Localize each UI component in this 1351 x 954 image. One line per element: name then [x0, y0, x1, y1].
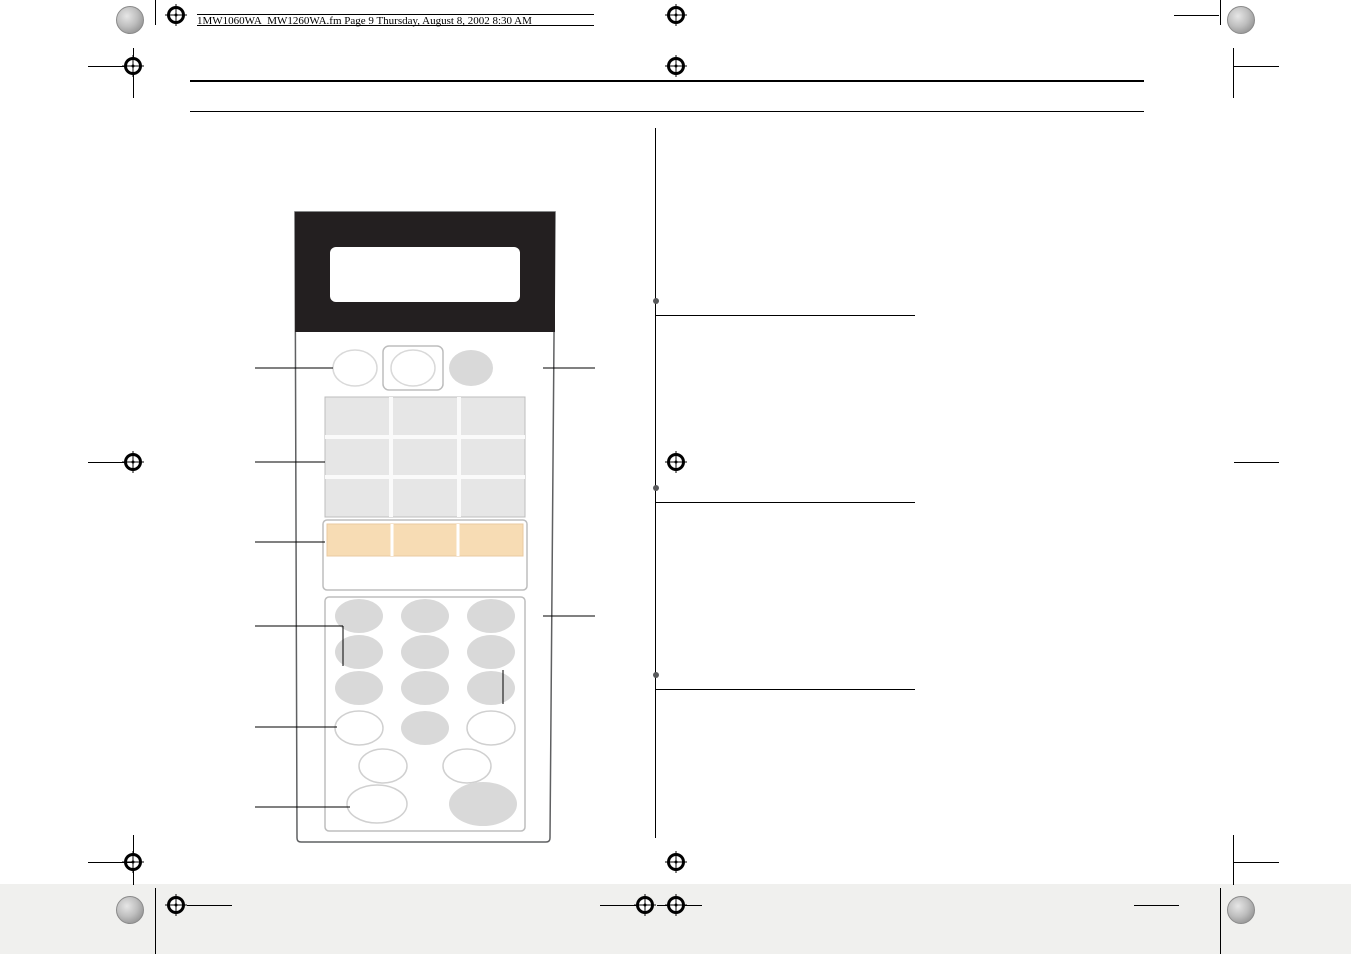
bullet-icon — [653, 298, 659, 304]
registration-sphere-icon — [116, 6, 144, 34]
cropmark-vertical — [155, 0, 156, 25]
crosshair-icon — [665, 894, 687, 916]
crosshair-icon — [634, 894, 656, 916]
cropmark-horizontal — [1134, 905, 1179, 906]
cropmark-horizontal — [187, 905, 232, 906]
registration-sphere-icon — [1227, 896, 1255, 924]
top-rule-heavy — [190, 80, 1144, 82]
column-item-rule — [655, 689, 915, 690]
crosshair-icon — [665, 4, 687, 26]
header-underline — [197, 25, 594, 26]
cropmark-vertical — [1220, 0, 1221, 25]
cropmark-vertical — [1233, 835, 1234, 885]
crosshair-icon — [665, 451, 687, 473]
cropmark-horizontal — [88, 862, 133, 863]
crosshair-icon — [665, 55, 687, 77]
cropmark-horizontal — [1174, 15, 1219, 16]
cropmark-horizontal — [1234, 66, 1279, 67]
page-root: 1MW1060WA_MW1260WA.fm Page 9 Thursday, A… — [0, 0, 1351, 954]
crosshair-icon — [165, 894, 187, 916]
cropmark-horizontal — [1234, 462, 1279, 463]
crosshair-icon — [122, 451, 144, 473]
crosshair-icon — [122, 55, 144, 77]
cropmark-vertical — [1220, 888, 1221, 954]
column-item-rule — [655, 502, 915, 503]
registration-sphere-icon — [116, 896, 144, 924]
control-panel-diagram — [255, 182, 595, 872]
bullet-icon — [653, 485, 659, 491]
cropmark-vertical — [155, 888, 156, 954]
registration-sphere-icon — [1227, 6, 1255, 34]
bullet-icon — [653, 672, 659, 678]
crosshair-icon — [165, 4, 187, 26]
cropmark-vertical — [1233, 48, 1234, 98]
cropmark-horizontal — [1234, 862, 1279, 863]
panel-svg — [255, 182, 595, 872]
column-item-rule — [655, 315, 915, 316]
crosshair-icon — [665, 851, 687, 873]
column-divider — [655, 128, 656, 838]
top-rule-light — [190, 111, 1144, 112]
